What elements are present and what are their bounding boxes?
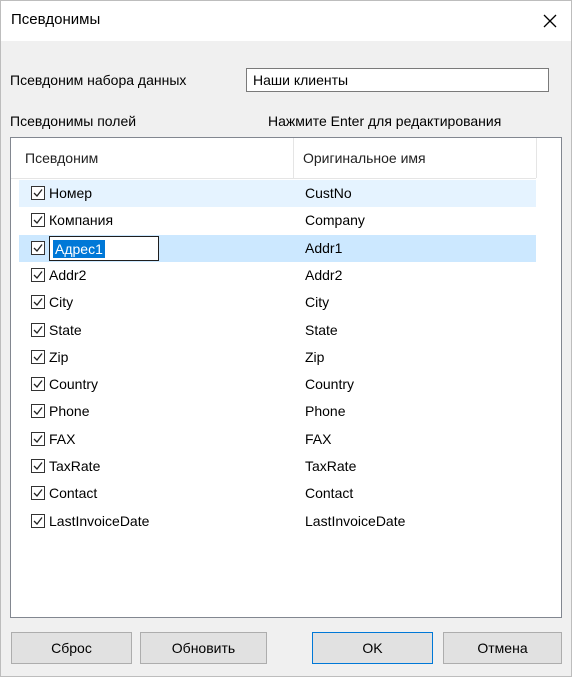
alias-cell: Addr2 <box>49 266 87 283</box>
list-item[interactable]: Номер CustNo <box>19 180 536 207</box>
column-divider[interactable] <box>536 138 537 178</box>
alias-cell: Номер <box>49 185 93 201</box>
edit-hint: Нажмите Enter для редактирования <box>268 113 502 129</box>
list-item[interactable]: FAX FAX <box>19 426 536 453</box>
checkmark-icon <box>33 434 43 443</box>
original-name-cell: Addr1 <box>305 239 343 256</box>
list-item[interactable]: LastInvoiceDate LastInvoiceDate <box>19 508 536 535</box>
original-name-cell: State <box>305 321 338 338</box>
row-checkbox[interactable] <box>31 486 45 501</box>
checkmark-icon <box>33 462 43 470</box>
checkmark-icon <box>33 270 43 279</box>
checkmark-icon <box>33 407 43 416</box>
checkmark-icon <box>33 216 43 225</box>
alias-cell: Zip <box>49 348 69 365</box>
row-checkbox[interactable] <box>31 349 45 364</box>
original-name-cell: Country <box>305 376 355 393</box>
alias-cell: State <box>49 321 82 338</box>
list-item[interactable]: Addr2 Addr2 <box>19 262 536 289</box>
original-name-cell: Phone <box>305 403 346 420</box>
checkmark-icon <box>33 325 43 334</box>
alias-cell: Компания <box>49 212 114 229</box>
list-item[interactable]: Zip Zip <box>19 344 536 371</box>
update-button[interactable]: Обновить <box>140 632 267 664</box>
row-checkbox[interactable] <box>31 404 45 419</box>
alias-cell: FAX <box>49 430 76 447</box>
alias-cell: Contact <box>49 485 98 502</box>
list-item[interactable]: Компания Company <box>19 207 536 234</box>
row-checkbox[interactable] <box>31 431 45 446</box>
checkmark-icon <box>33 298 43 307</box>
original-name-cell: Addr2 <box>305 266 343 283</box>
dataset-alias-label: Псевдоним набора данных <box>10 72 187 88</box>
column-header-alias[interactable]: Псевдоним <box>25 138 291 178</box>
alias-edit-field[interactable]: Адрес1 <box>49 235 159 261</box>
list-item[interactable]: City City <box>19 289 536 316</box>
alias-cell: LastInvoiceDate <box>49 512 150 529</box>
list-item[interactable]: Адрес1 Addr1 <box>19 234 536 262</box>
checkmark-icon <box>33 380 43 389</box>
list-item[interactable]: Phone Phone <box>19 398 536 425</box>
checkmark-icon <box>33 516 43 525</box>
checkmark-icon <box>33 489 43 498</box>
row-checkbox[interactable] <box>31 513 45 528</box>
row-checkbox[interactable] <box>31 459 45 473</box>
column-divider[interactable] <box>293 138 294 178</box>
close-icon <box>543 14 557 28</box>
ok-button[interactable]: OK <box>312 632 433 664</box>
field-aliases-list[interactable]: Псевдоним Оригинальное имя Номер CustNo Ко… <box>10 137 562 618</box>
list-item[interactable]: State State <box>19 317 536 344</box>
original-name-cell: Zip <box>305 348 325 365</box>
cancel-button[interactable]: Отмена <box>443 632 562 664</box>
alias-edit-text: Адрес1 <box>53 239 105 258</box>
list-item[interactable]: Country Country <box>19 371 536 398</box>
list-item[interactable]: TaxRate TaxRate <box>19 453 536 480</box>
alias-cell: City <box>49 294 74 311</box>
original-name-cell: Company <box>305 212 365 229</box>
row-checkbox[interactable] <box>31 322 45 337</box>
row-checkbox[interactable] <box>31 213 45 228</box>
original-name-cell: City <box>305 294 330 311</box>
row-checkbox[interactable] <box>31 267 45 282</box>
row-checkbox[interactable] <box>31 186 45 200</box>
original-name-cell: LastInvoiceDate <box>305 512 406 529</box>
checkmark-icon <box>33 243 43 252</box>
original-name-cell: Contact <box>305 485 354 502</box>
field-aliases-label: Псевдонимы полей <box>10 113 137 129</box>
dialog-title: Псевдонимы <box>11 11 101 28</box>
title-bar: Псевдонимы <box>1 1 571 41</box>
alias-cell: TaxRate <box>49 458 101 474</box>
column-header-original-name[interactable]: Оригинальное имя <box>303 138 536 178</box>
list-item[interactable]: Contact Contact <box>19 480 536 507</box>
row-checkbox[interactable] <box>31 295 45 310</box>
checkmark-icon <box>33 189 43 197</box>
row-checkbox[interactable] <box>31 240 45 255</box>
reset-button[interactable]: Сброс <box>11 632 132 664</box>
close-button[interactable] <box>533 5 567 37</box>
row-checkbox[interactable] <box>31 377 45 392</box>
alias-cell: Phone <box>49 403 90 420</box>
original-name-cell: TaxRate <box>305 458 357 474</box>
alias-cell: Country <box>49 376 99 393</box>
original-name-cell: FAX <box>305 430 332 447</box>
list-header: Псевдоним Оригинальное имя <box>11 138 537 179</box>
original-name-cell: CustNo <box>305 185 352 201</box>
checkmark-icon <box>33 352 43 361</box>
aliases-dialog: Псевдонимы Псевдоним набора данных Псевд… <box>0 0 572 677</box>
dataset-alias-input[interactable] <box>246 68 549 92</box>
